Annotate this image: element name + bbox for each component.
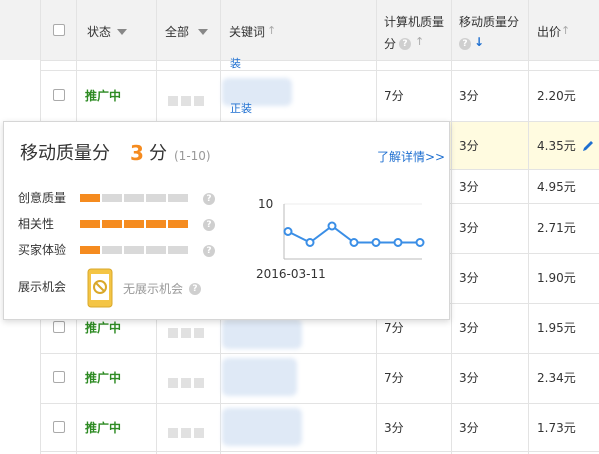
- status-text: 推广中: [85, 421, 122, 435]
- row-checkbox[interactable]: [53, 321, 65, 333]
- keyword-link[interactable]: 装: [230, 57, 241, 71]
- header-all-filter[interactable]: 全部: [165, 25, 189, 39]
- header-pc-quality-unit: 分: [384, 37, 397, 51]
- redacted-keyword: [222, 408, 302, 446]
- redacted-cell: [168, 423, 207, 442]
- mobile-score[interactable]: 3分: [459, 221, 479, 235]
- keyword-sort-icon[interactable]: ↑: [267, 24, 276, 37]
- status-text: 推广中: [85, 321, 122, 335]
- popup-score-unit: 分: [149, 143, 167, 164]
- pc-quality-help-icon[interactable]: ?: [399, 38, 411, 50]
- redacted-cell: [168, 91, 207, 110]
- exposure-value: 无展示机会: [123, 282, 184, 296]
- mobile-score[interactable]: 3分: [459, 180, 479, 194]
- help-icon[interactable]: ?: [203, 245, 215, 257]
- mobile-score[interactable]: 3分: [459, 89, 479, 103]
- bid-value[interactable]: 1.95元: [537, 321, 576, 335]
- bid-sort-icon[interactable]: ↑: [561, 24, 570, 37]
- pc-score: 3分: [384, 421, 404, 435]
- learn-more-link[interactable]: 了解详情>>: [377, 150, 445, 164]
- metric-label: 相关性: [18, 217, 55, 231]
- help-icon[interactable]: ?: [189, 283, 201, 295]
- popup-score-range: (1-10): [174, 149, 211, 163]
- exposure-label: 展示机会: [18, 280, 67, 294]
- data-point[interactable]: [393, 238, 403, 247]
- mobile-score[interactable]: 3分: [459, 371, 479, 385]
- row-checkbox[interactable]: [53, 421, 65, 433]
- mobile-score[interactable]: 3分: [459, 321, 479, 335]
- bid-value[interactable]: 2.34元: [537, 371, 576, 385]
- pc-score: 7分: [384, 371, 404, 385]
- mobile-score[interactable]: 3分: [459, 271, 479, 285]
- header-pc-quality: 计算机质量: [384, 15, 445, 29]
- header-status: 状态: [87, 25, 112, 39]
- redacted-keyword: [222, 358, 297, 396]
- redacted-cell: [168, 323, 207, 342]
- row-checkbox[interactable]: [53, 371, 65, 383]
- no-exposure-phone-icon: [87, 268, 113, 308]
- metric-label: 买家体验: [18, 243, 67, 257]
- header-mobile-quality: 移动质量分: [459, 15, 520, 29]
- data-point[interactable]: [371, 238, 381, 247]
- status-filter-dropdown-icon[interactable]: [117, 29, 127, 35]
- data-point[interactable]: [283, 227, 293, 236]
- data-point[interactable]: [415, 238, 425, 247]
- metric-bar: [80, 194, 190, 202]
- metric-bar: [80, 220, 190, 228]
- mobile-quality-popup: 移动质量分 3 分 (1-10) 了解详情>> 创意质量 ? 相关性 ? 买家体…: [3, 121, 450, 320]
- keyword-link[interactable]: 正装: [230, 102, 252, 116]
- header-bid[interactable]: 出价: [537, 25, 561, 39]
- mobile-quality-sort-active-icon[interactable]: ↓: [474, 35, 484, 49]
- bid-value[interactable]: 1.90元: [537, 271, 576, 285]
- data-point[interactable]: [305, 238, 315, 247]
- data-point[interactable]: [327, 221, 337, 231]
- mobile-score[interactable]: 3分: [459, 139, 479, 153]
- bid-value[interactable]: 2.71元: [537, 221, 576, 235]
- pc-quality-sort-icon[interactable]: ↑: [415, 35, 424, 48]
- bid-value[interactable]: 1.73元: [537, 421, 576, 435]
- help-icon[interactable]: ?: [203, 193, 215, 205]
- mobile-score[interactable]: 3分: [459, 421, 479, 435]
- mobile-quality-help-icon[interactable]: ?: [459, 38, 471, 50]
- bid-value[interactable]: 4.95元: [537, 180, 576, 194]
- popup-score: 3: [130, 141, 144, 165]
- bid-value[interactable]: 4.35元: [537, 139, 576, 153]
- status-text: 推广中: [85, 371, 122, 385]
- popup-title: 移动质量分: [20, 143, 110, 164]
- metric-label: 创意质量: [18, 191, 67, 205]
- data-point[interactable]: [349, 238, 359, 247]
- help-icon[interactable]: ?: [203, 219, 215, 231]
- select-all-checkbox[interactable]: [53, 24, 65, 36]
- y-tick-label: 10: [258, 197, 273, 211]
- all-filter-dropdown-icon[interactable]: [198, 29, 208, 35]
- metric-bar: [80, 246, 190, 254]
- x-tick-label: 2016-03-11: [256, 267, 326, 281]
- row-checkbox[interactable]: [53, 89, 65, 101]
- bid-value[interactable]: 2.20元: [537, 89, 576, 103]
- redacted-keyword: [222, 319, 302, 349]
- status-text: 推广中: [85, 89, 122, 103]
- pc-score: 7分: [384, 89, 404, 103]
- header-keyword[interactable]: 关键词: [229, 25, 265, 39]
- edit-bid-icon[interactable]: [581, 139, 595, 153]
- redacted-cell: [168, 373, 207, 392]
- pc-score: 7分: [384, 321, 404, 335]
